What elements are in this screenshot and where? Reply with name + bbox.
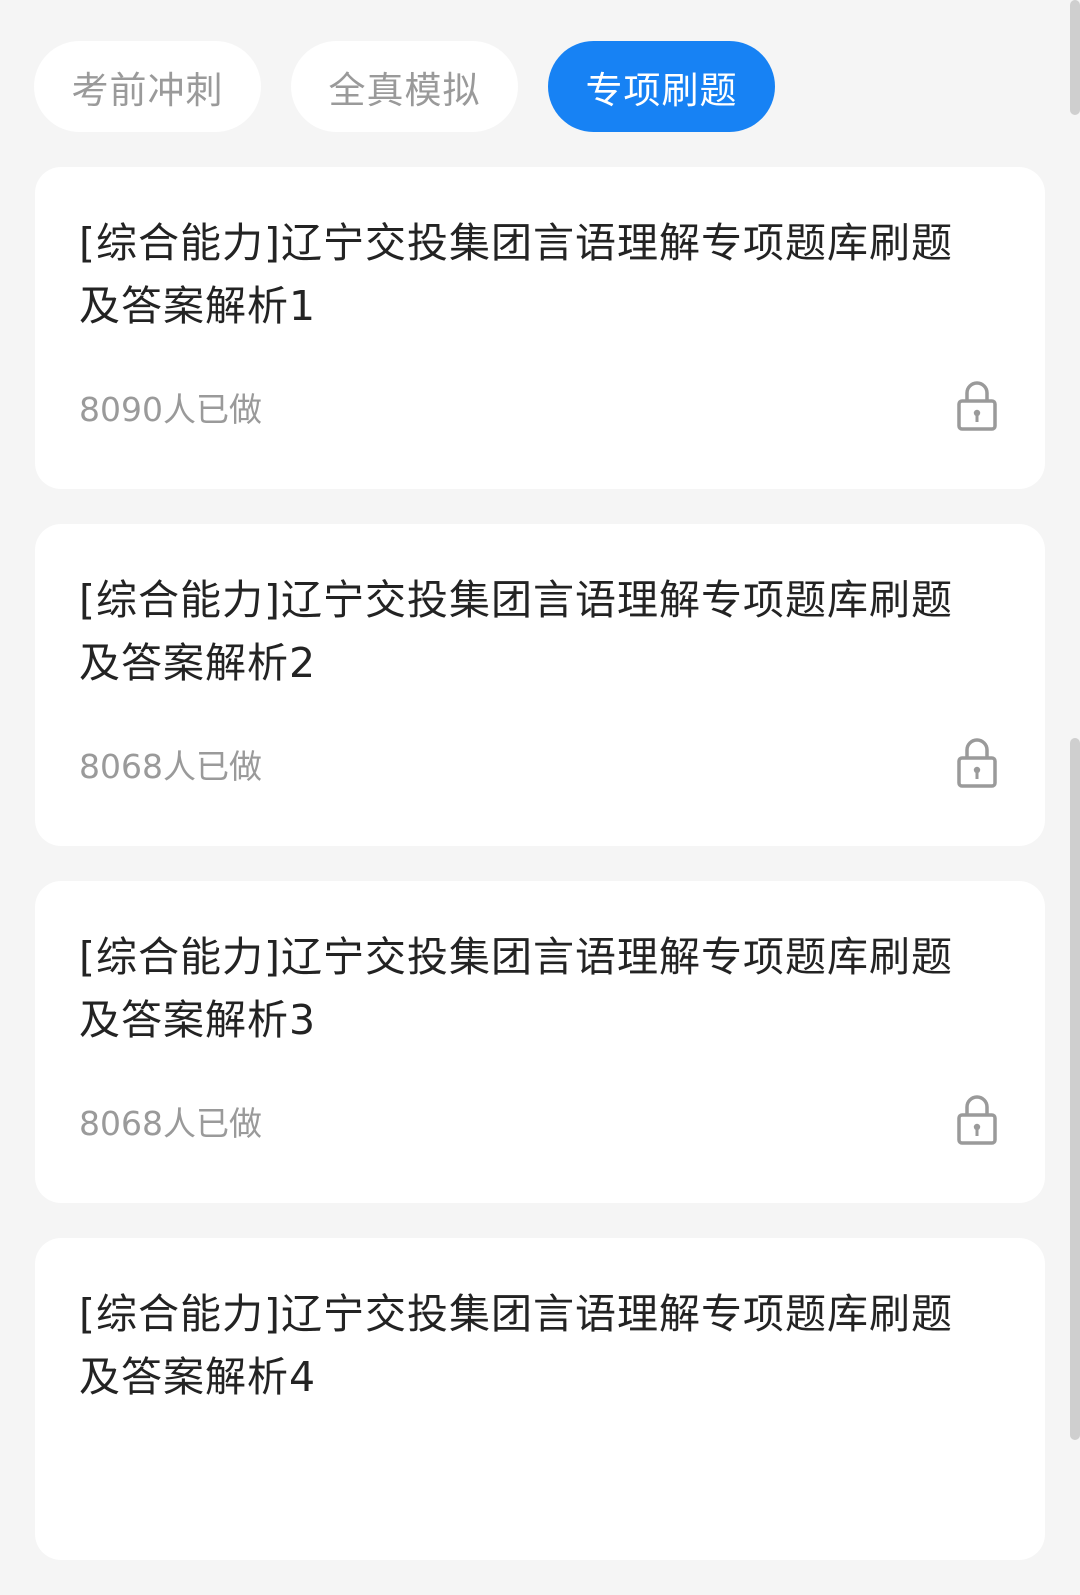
tab-exam-sprint[interactable]: 考前冲刺 [34, 41, 261, 132]
lock-icon [957, 381, 997, 431]
tab-bar: 考前冲刺 全真模拟 专项刷题 [34, 41, 775, 132]
tab-full-mock[interactable]: 全真模拟 [291, 41, 518, 132]
lock-icon [957, 1095, 997, 1145]
item-count: 8068人已做 [79, 747, 262, 786]
list-item[interactable]: [综合能力]辽宁交投集团言语理解专项题库刷题及答案解析2 8068人已做 [35, 524, 1045, 846]
item-title: [综合能力]辽宁交投集团言语理解专项题库刷题及答案解析2 [79, 576, 953, 687]
item-title: [综合能力]辽宁交投集团言语理解专项题库刷题及答案解析3 [79, 933, 953, 1044]
tab-topic-practice[interactable]: 专项刷题 [548, 41, 775, 132]
list-item[interactable]: [综合能力]辽宁交投集团言语理解专项题库刷题及答案解析4 [35, 1238, 1045, 1560]
item-count: 8068人已做 [79, 1104, 262, 1143]
list-item[interactable]: [综合能力]辽宁交投集团言语理解专项题库刷题及答案解析1 8090人已做 [35, 167, 1045, 489]
scrollbar-thumb[interactable] [1070, 738, 1080, 1440]
lock-icon [957, 738, 997, 788]
list-item[interactable]: [综合能力]辽宁交投集团言语理解专项题库刷题及答案解析3 8068人已做 [35, 881, 1045, 1203]
item-title: [综合能力]辽宁交投集团言语理解专项题库刷题及答案解析1 [79, 219, 953, 330]
practice-list: [综合能力]辽宁交投集团言语理解专项题库刷题及答案解析1 8090人已做 [综合… [35, 167, 1045, 1595]
item-title: [综合能力]辽宁交投集团言语理解专项题库刷题及答案解析4 [79, 1290, 953, 1401]
item-count: 8090人已做 [79, 390, 262, 429]
scrollbar-track-top [1070, 0, 1080, 115]
